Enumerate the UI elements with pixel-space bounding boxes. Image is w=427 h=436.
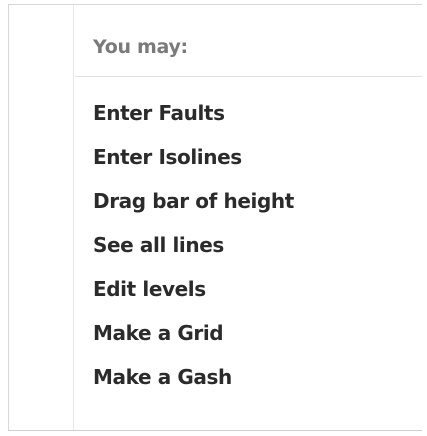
menu-item-list: Enter Faults Enter Isolines Drag bar of … bbox=[75, 91, 422, 399]
menu-item-make-a-gash[interactable]: Make a Gash bbox=[75, 355, 422, 399]
menu-item-make-a-grid[interactable]: Make a Grid bbox=[75, 311, 422, 355]
menu-item-enter-faults[interactable]: Enter Faults bbox=[75, 91, 422, 135]
menu-item-drag-bar-of-height[interactable]: Drag bar of height bbox=[75, 179, 422, 223]
menu-divider bbox=[75, 76, 422, 77]
menu-item-see-all-lines[interactable]: See all lines bbox=[75, 223, 422, 267]
menu-item-edit-levels[interactable]: Edit levels bbox=[75, 267, 422, 311]
menu-icon-gutter bbox=[9, 5, 74, 430]
menu-item-enter-isolines[interactable]: Enter Isolines bbox=[75, 135, 422, 179]
context-menu: You may: Enter Faults Enter Isolines Dra… bbox=[8, 4, 422, 431]
menu-header: You may: bbox=[93, 36, 188, 58]
